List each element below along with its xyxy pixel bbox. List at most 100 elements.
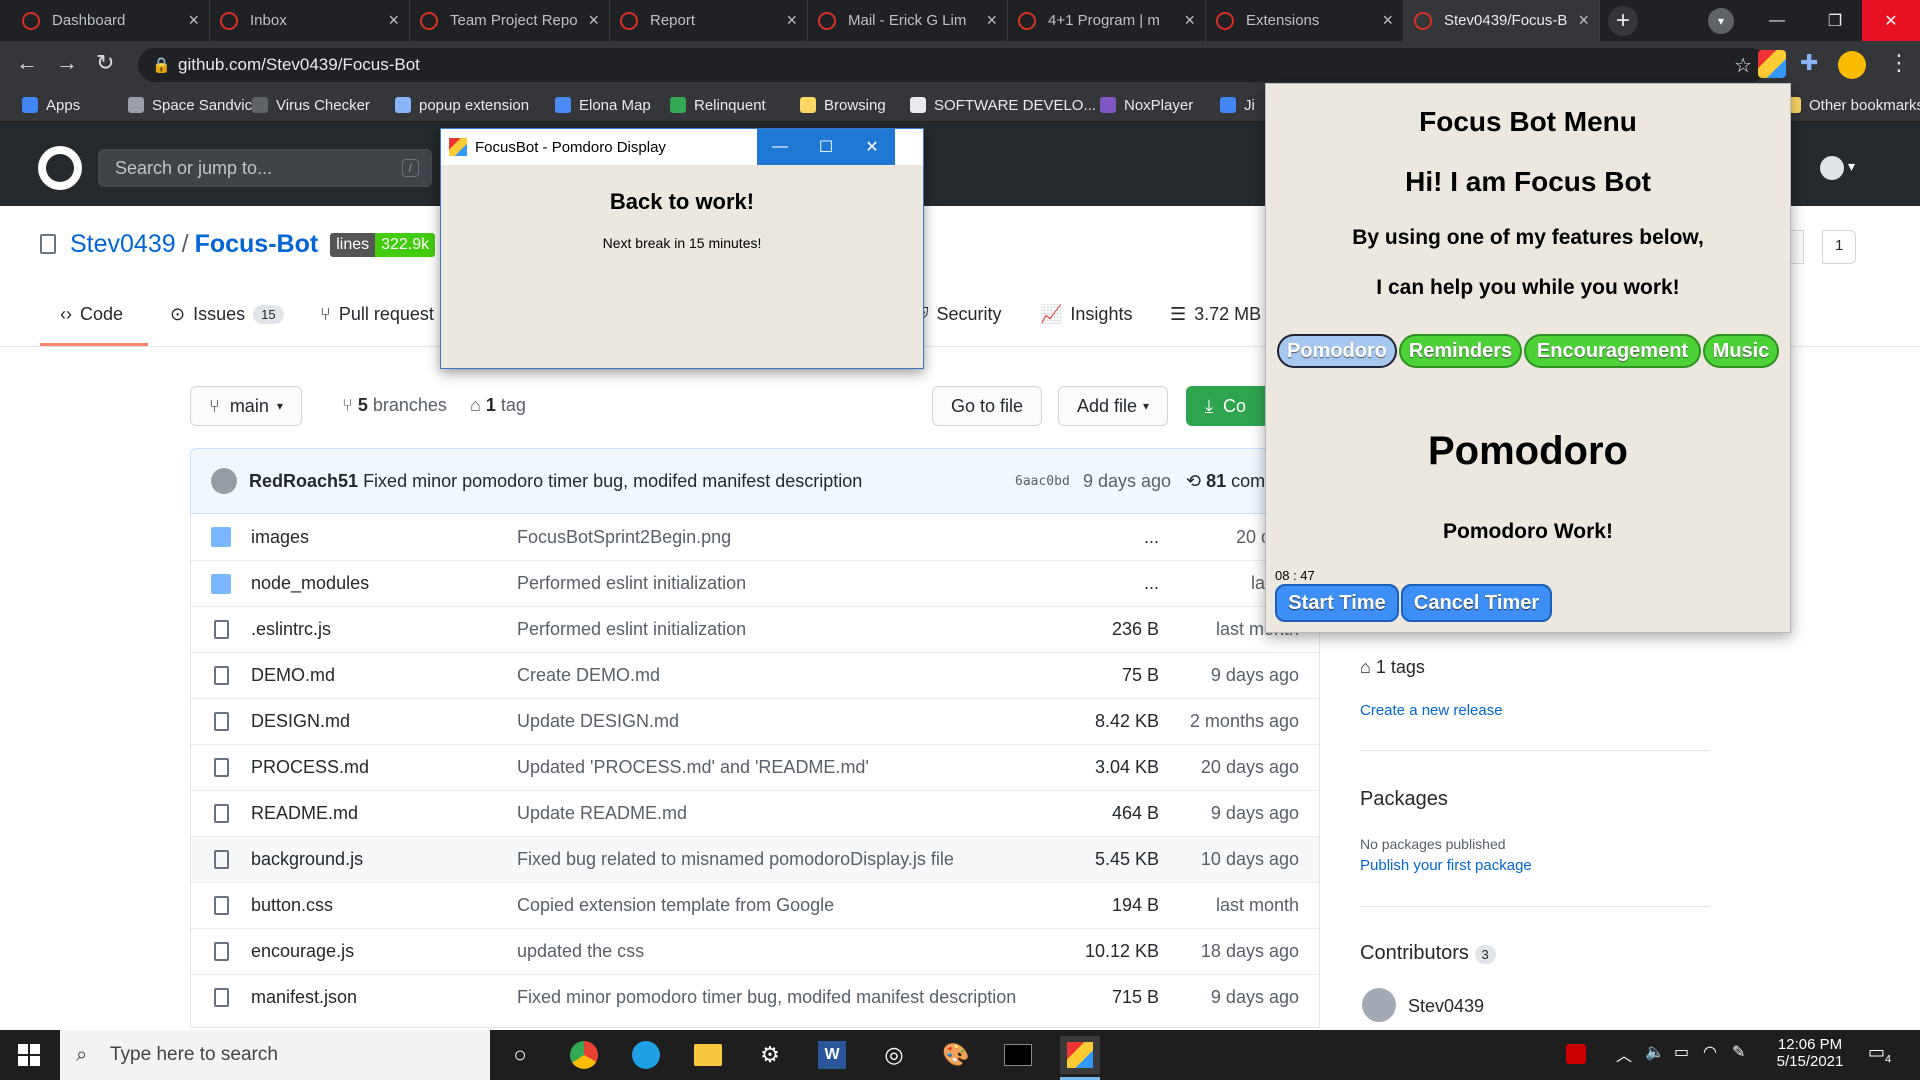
word-taskbar-icon[interactable]: W	[812, 1036, 852, 1074]
volume-icon[interactable]: 🔈	[1645, 1042, 1665, 1062]
start-time-button[interactable]: Start Time	[1275, 584, 1399, 622]
file-row[interactable]: button.css Copied extension template from…	[191, 882, 1319, 928]
notification-center-icon[interactable]: ▭4	[1868, 1042, 1891, 1066]
tab-insights[interactable]: 📈 Insights	[1040, 304, 1132, 325]
close-tab-icon[interactable]: ×	[1578, 10, 1589, 31]
tab-code[interactable]: ‹› Code	[60, 304, 123, 325]
focusbot-taskbar-icon[interactable]	[1060, 1036, 1100, 1080]
github-avatar[interactable]	[1820, 156, 1844, 180]
bookmark-item[interactable]: Ji	[1220, 94, 1255, 116]
app-taskbar-icon[interactable]: ◎	[874, 1036, 914, 1074]
window-maximize-button[interactable]: ☐	[803, 129, 849, 165]
browser-tab[interactable]: 4+1 Program | m ×	[1008, 0, 1206, 41]
bookmark-item[interactable]: Virus Checker	[252, 94, 370, 116]
add-file-button[interactable]: Add file ▾	[1058, 386, 1169, 426]
tab-issues[interactable]: ⊙ Issues 15	[170, 304, 284, 325]
close-tab-icon[interactable]: ×	[986, 10, 997, 31]
edge-taskbar-icon[interactable]	[626, 1036, 666, 1074]
file-row[interactable]: imagesFocusBotSprint2Begin.png...20 days	[191, 514, 1319, 560]
file-name[interactable]: .eslintrc.js	[251, 619, 331, 640]
cancel-timer-button[interactable]: Cancel Timer	[1401, 584, 1552, 622]
window-minimize-button[interactable]: —	[757, 129, 803, 165]
browser-tab[interactable]: Mail - Erick G Lim ×	[808, 0, 1008, 41]
tab-pull-requests[interactable]: ⑂ Pull request	[320, 304, 434, 325]
file-commit-message[interactable]: Copied extension template from Google	[517, 895, 834, 916]
pen-icon[interactable]: ✎	[1732, 1042, 1745, 1062]
fork-count[interactable]: 1	[1822, 230, 1857, 264]
commit-author[interactable]: RedRoach51	[249, 471, 358, 492]
tags-summary[interactable]: ⌂ 1 tags	[1360, 657, 1425, 678]
tab-security[interactable]: ⛨Security	[915, 304, 1002, 325]
restore-window-button[interactable]: ❐	[1806, 0, 1864, 41]
minimize-window-button[interactable]: —	[1748, 0, 1806, 41]
github-search-input[interactable]: Search or jump to... /	[98, 149, 432, 187]
file-commit-message[interactable]: Create DEMO.md	[517, 665, 660, 686]
commits-link[interactable]: ⟲ 81 com	[1186, 471, 1265, 492]
file-row[interactable]: DESIGN.md Update DESIGN.md 8.42 KB 2 months…	[191, 698, 1319, 744]
forward-icon[interactable]: →	[56, 50, 78, 76]
feature-encouragement-button[interactable]: Encouragement	[1524, 334, 1701, 368]
close-tab-icon[interactable]: ×	[188, 10, 199, 31]
tags-link[interactable]: ⌂ 1 tag	[470, 395, 526, 416]
file-row[interactable]: node_modules Performed eslint initializat…	[191, 560, 1319, 606]
file-commit-message[interactable]: Update DESIGN.md	[517, 711, 679, 732]
chrome-menu-icon[interactable]: ⋮	[1888, 50, 1910, 76]
file-row[interactable]: .eslintrc.js Performed eslint initializat…	[191, 606, 1319, 652]
close-window-button[interactable]: ✕	[1862, 0, 1920, 41]
bookmark-item[interactable]: Apps	[22, 94, 80, 116]
commit-hash[interactable]: 6aac0bd	[1015, 474, 1070, 489]
address-bar[interactable]: 🔒 github.com/Stev0439/Focus-Bot ☆	[138, 48, 1768, 82]
contributor-name[interactable]: Stev0439	[1408, 996, 1484, 1017]
branch-select-button[interactable]: ⑂ main ▾	[190, 386, 302, 426]
bookmark-item[interactable]: popup extension	[395, 94, 529, 116]
file-name[interactable]: node_modules	[251, 573, 369, 594]
reload-icon[interactable]: ↻	[96, 50, 114, 76]
contributor-avatar[interactable]	[1362, 988, 1396, 1022]
extensions-puzzle-icon[interactable]: ✚	[1800, 50, 1818, 76]
feature-pomodoro-button[interactable]: Pomodoro	[1277, 334, 1397, 368]
file-explorer-icon[interactable]	[688, 1036, 728, 1074]
repo-name-link[interactable]: Focus-Bot	[195, 230, 319, 259]
branches-link[interactable]: ⑂ 5 branches	[342, 395, 447, 416]
feature-reminders-button[interactable]: Reminders	[1399, 334, 1522, 368]
avatar-dropdown-icon[interactable]: ▾	[1848, 158, 1855, 175]
new-tab-button[interactable]: +	[1608, 6, 1638, 36]
file-name[interactable]: button.css	[251, 895, 333, 916]
file-row[interactable]: background.js Fixed bug related to misnam…	[191, 836, 1319, 882]
publish-package-link[interactable]: Publish your first package	[1360, 857, 1532, 874]
profile-menu-icon[interactable]: ▾	[1708, 8, 1734, 34]
bookmark-item[interactable]: Space Sandvich	[128, 94, 260, 116]
file-row[interactable]: README.md Update README.md 464 B 9 days ago	[191, 790, 1319, 836]
file-name[interactable]: PROCESS.md	[251, 757, 369, 778]
user-avatar-icon[interactable]	[1838, 51, 1866, 79]
bookmark-item[interactable]: Relinquent	[670, 94, 766, 116]
focusbot-extension-icon[interactable]	[1758, 50, 1786, 78]
file-name[interactable]: encourage.js	[251, 941, 354, 962]
terminal-taskbar-icon[interactable]	[998, 1036, 1038, 1074]
browser-tab[interactable]: Inbox ×	[210, 0, 410, 41]
file-name[interactable]: README.md	[251, 803, 358, 824]
file-commit-message[interactable]: Updated 'PROCESS.md' and 'README.md'	[517, 757, 869, 778]
file-commit-message[interactable]: FocusBotSprint2Begin.png	[517, 527, 731, 548]
window-close-button[interactable]: ✕	[849, 129, 895, 165]
close-tab-icon[interactable]: ×	[1382, 10, 1393, 31]
steam-taskbar-icon[interactable]: ⚙	[750, 1036, 790, 1074]
file-name[interactable]: DEMO.md	[251, 665, 335, 686]
file-commit-message[interactable]: Fixed bug related to misnamed pomodoroDi…	[517, 849, 954, 870]
wifi-icon[interactable]: ◠	[1703, 1042, 1717, 1062]
feature-music-button[interactable]: Music	[1703, 334, 1779, 368]
close-tab-icon[interactable]: ×	[786, 10, 797, 31]
tray-chevron-up-icon[interactable]: ︿	[1616, 1042, 1632, 1066]
antivirus-tray-icon[interactable]	[1566, 1044, 1586, 1064]
file-row[interactable]: manifest.json Fixed minor pomodoro timer …	[191, 974, 1319, 1020]
commit-message[interactable]: Fixed minor pomodoro timer bug, modifed …	[363, 471, 862, 492]
go-to-file-button[interactable]: Go to file	[932, 386, 1043, 426]
browser-tab[interactable]: Stev0439/Focus-B ×	[1404, 0, 1600, 41]
browser-tab[interactable]: Extensions ×	[1206, 0, 1404, 41]
browser-tab[interactable]: Team Project Repo ×	[410, 0, 610, 41]
bookmark-item[interactable]: NoxPlayer	[1100, 94, 1193, 116]
file-row[interactable]: DEMO.md Create DEMO.md 75 B 9 days ago	[191, 652, 1319, 698]
file-commit-message[interactable]: Performed eslint initialization	[517, 573, 746, 594]
file-name[interactable]: DESIGN.md	[251, 711, 350, 732]
browser-tab[interactable]: Dashboard ×	[12, 0, 210, 41]
